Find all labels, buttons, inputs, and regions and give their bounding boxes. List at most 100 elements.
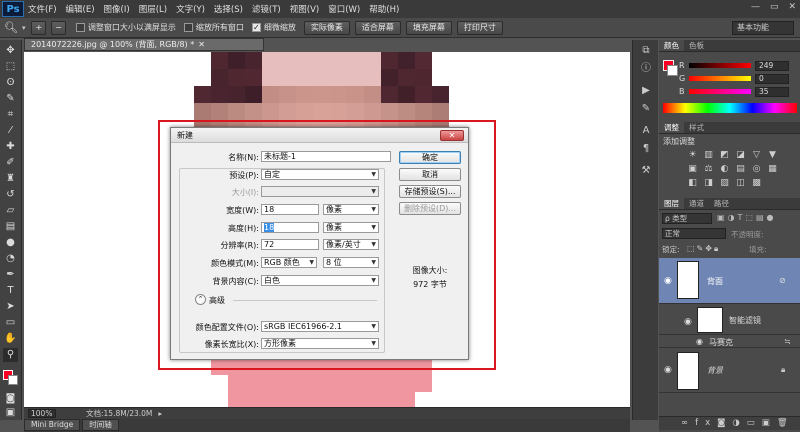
history-panel-icon[interactable]: ⧉: [638, 44, 654, 58]
marquee-tool-icon[interactable]: ⬚: [3, 60, 18, 74]
tool-presets-icon[interactable]: ⚒: [638, 164, 654, 178]
type-tool-icon[interactable]: T: [3, 284, 18, 298]
gradient-icon[interactable]: ▩: [751, 178, 762, 188]
zoom-level[interactable]: 100%: [28, 409, 56, 418]
red-value[interactable]: 249: [755, 61, 789, 71]
maximize-button[interactable]: ▭: [770, 2, 779, 12]
cancel-button[interactable]: 取消: [399, 168, 461, 181]
scrubby-zoom-checkbox[interactable]: ✓ 细微缩放: [252, 22, 296, 33]
move-tool-icon[interactable]: ✥: [3, 44, 18, 58]
pixel-aspect-select[interactable]: 方形像素: [261, 338, 379, 349]
color-background-swatch[interactable]: [667, 65, 678, 76]
zoom-out-button[interactable]: −: [51, 21, 66, 35]
tab-paths[interactable]: 路径: [709, 198, 734, 209]
close-tab-icon[interactable]: ✕: [198, 40, 205, 49]
ok-button[interactable]: 确定: [399, 151, 461, 164]
levels-icon[interactable]: ▥: [703, 150, 714, 160]
healing-brush-tool-icon[interactable]: ✚: [3, 140, 18, 154]
tool-preset-chevron-icon[interactable]: ▾: [22, 24, 26, 32]
crop-tool-icon[interactable]: ⌗: [3, 108, 18, 122]
menu-view[interactable]: 视图(V): [290, 3, 319, 15]
workspace-select[interactable]: 基本功能: [732, 21, 794, 35]
resize-windows-checkbox[interactable]: 调整窗口大小以满屏显示: [76, 22, 176, 33]
tab-layers[interactable]: 图层: [659, 198, 684, 209]
tab-mini-bridge[interactable]: Mini Bridge: [24, 419, 80, 431]
preset-select[interactable]: 自定: [261, 169, 379, 180]
bit-depth-select[interactable]: 8 位: [323, 257, 379, 268]
blend-mode-select[interactable]: 正常: [662, 228, 726, 239]
screen-mode-icon[interactable]: ▣: [3, 406, 18, 420]
background-contents-select[interactable]: 白色: [261, 275, 379, 286]
zoom-all-windows-checkbox[interactable]: 缩放所有窗口: [184, 22, 244, 33]
height-input[interactable]: 18: [261, 222, 319, 233]
tab-timeline[interactable]: 时间轴: [82, 419, 119, 431]
vibrance-icon[interactable]: ▽: [751, 150, 762, 160]
tab-color[interactable]: 颜色: [659, 40, 684, 51]
channel-mixer-icon[interactable]: ◎: [751, 164, 762, 174]
menu-file[interactable]: 文件(F): [28, 3, 57, 15]
path-select-tool-icon[interactable]: ➤: [3, 300, 18, 314]
brightness-icon[interactable]: ☀: [687, 150, 698, 160]
layer-filter-icons[interactable]: ▣◑T⬚▤●: [717, 213, 797, 224]
menu-window[interactable]: 窗口(W): [328, 3, 360, 15]
black-white-icon[interactable]: ◐: [719, 164, 730, 174]
selective-color-icon[interactable]: ◫: [735, 178, 746, 188]
invert-icon[interactable]: ◧: [687, 178, 698, 188]
filter-options-icon[interactable]: ≒: [784, 337, 791, 346]
menu-image[interactable]: 图像(I): [104, 3, 130, 15]
hand-tool-icon[interactable]: ✋: [3, 332, 18, 346]
blue-value[interactable]: 35: [755, 87, 789, 97]
fit-screen-button[interactable]: 适合屏幕: [355, 21, 401, 35]
tab-channels[interactable]: 通道: [684, 198, 709, 209]
clone-stamp-tool-icon[interactable]: ♜: [3, 172, 18, 186]
visibility-eye-icon[interactable]: ◉: [664, 276, 672, 286]
visibility-eye-icon[interactable]: ◉: [664, 365, 672, 375]
lasso-tool-icon[interactable]: ʘ: [3, 76, 18, 90]
eyedropper-tool-icon[interactable]: ⁄: [3, 124, 18, 138]
photo-filter-icon[interactable]: ▤: [735, 164, 746, 174]
green-value[interactable]: 0: [755, 74, 789, 84]
width-input[interactable]: 18: [261, 204, 319, 215]
height-unit-select[interactable]: 像素: [323, 222, 379, 233]
color-balance-icon[interactable]: ⚖: [703, 164, 714, 174]
menu-filter[interactable]: 滤镜(T): [252, 3, 281, 15]
resolution-unit-select[interactable]: 像素/英寸: [323, 239, 379, 250]
gradient-tool-icon[interactable]: ▤: [3, 220, 18, 234]
tab-swatches[interactable]: 色板: [684, 40, 709, 51]
zoom-tool-icon[interactable]: 🔍︎: [4, 21, 18, 34]
color-spectrum-ramp[interactable]: [663, 103, 797, 113]
background-color-swatch[interactable]: [8, 375, 18, 385]
blue-slider[interactable]: B 35: [679, 87, 789, 96]
tab-adjustments[interactable]: 调整: [659, 122, 684, 133]
brush-tool-icon[interactable]: ✐: [3, 156, 18, 170]
resolution-input[interactable]: 72: [261, 239, 319, 250]
paragraph-panel-icon[interactable]: ¶: [638, 142, 654, 156]
menu-layer[interactable]: 图层(L): [139, 3, 167, 15]
layer-row-smart-filters[interactable]: ◉ 智能滤镜: [659, 305, 800, 335]
zoom-tool-active-icon[interactable]: ⚲: [3, 348, 18, 362]
minimize-button[interactable]: —: [751, 2, 760, 12]
shape-tool-icon[interactable]: ▭: [3, 316, 18, 330]
properties-panel-icon[interactable]: ⓘ: [638, 62, 654, 76]
quick-select-tool-icon[interactable]: ✎: [3, 92, 18, 106]
history-brush-tool-icon[interactable]: ↺: [3, 188, 18, 202]
actions-panel-icon[interactable]: ▶: [638, 84, 654, 98]
zoom-in-button[interactable]: +: [31, 21, 46, 35]
menu-select[interactable]: 选择(S): [214, 3, 243, 15]
layer-kind-filter[interactable]: ρ 类型: [662, 213, 712, 224]
status-menu-chevron-icon[interactable]: ▸: [158, 409, 162, 418]
fill-screen-button[interactable]: 填充屏幕: [406, 21, 452, 35]
gradient-map-icon[interactable]: ▼: [767, 150, 778, 160]
quick-mask-icon[interactable]: ◙: [3, 392, 18, 406]
color-lookup-icon[interactable]: ▦: [767, 164, 778, 174]
character-panel-icon[interactable]: A: [638, 124, 654, 138]
brush-panel-icon[interactable]: ✎: [638, 102, 654, 116]
pen-tool-icon[interactable]: ✒: [3, 268, 18, 282]
dialog-close-button[interactable]: ✕: [440, 130, 464, 141]
layer-row-mosaic[interactable]: ◉ 马赛克 ≒: [659, 336, 800, 348]
red-slider[interactable]: R 249: [679, 61, 789, 70]
color-profile-select[interactable]: sRGB IEC61966-2.1: [261, 321, 379, 332]
width-unit-select[interactable]: 像素: [323, 204, 379, 215]
advanced-toggle-icon[interactable]: ⌃: [195, 294, 206, 305]
save-preset-button[interactable]: 存储预设(S)...: [399, 185, 461, 198]
